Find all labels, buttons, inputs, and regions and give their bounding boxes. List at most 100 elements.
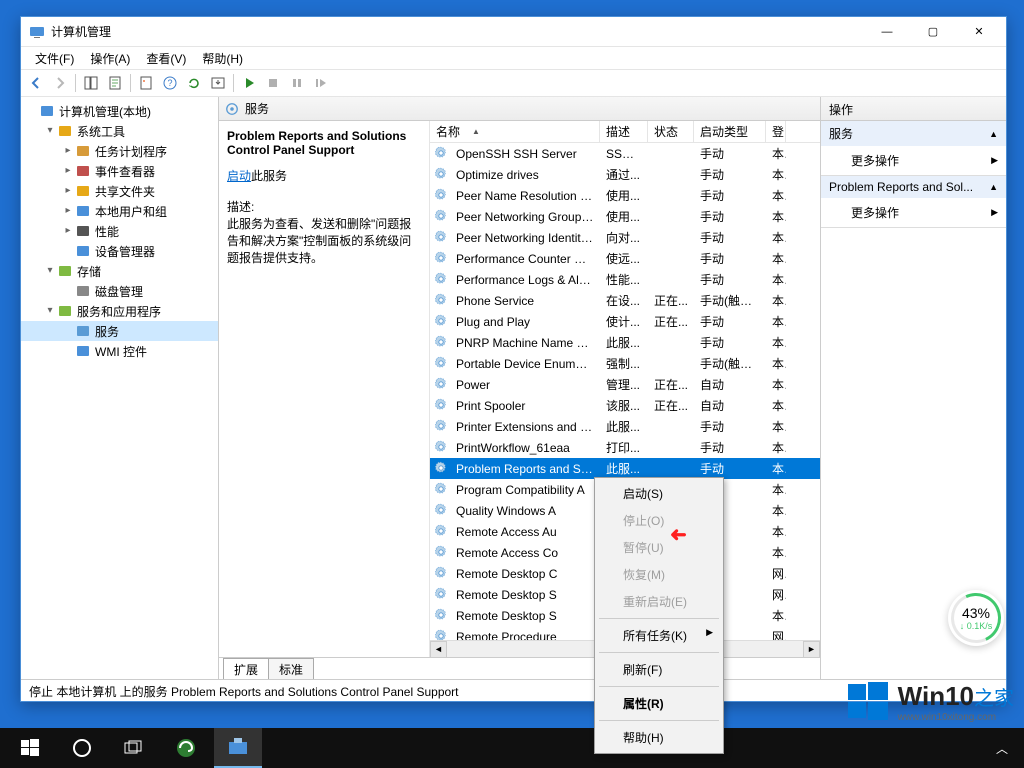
tree-item[interactable]: ▾服务和应用程序 [21,301,218,321]
actions-group-selected[interactable]: Problem Reports and Sol...▲ [821,176,1006,198]
menu-help[interactable]: 帮助(H) [194,48,251,69]
tree-item[interactable]: 设备管理器 [21,241,218,261]
service-row[interactable]: Optimize drives通过...手动本 [430,164,820,185]
svg-text:?: ? [167,78,172,88]
refresh-button[interactable] [183,72,205,94]
edge-button[interactable] [162,728,210,768]
perf-speed: ↓ 0.1K/s [960,621,993,631]
forward-button[interactable] [49,72,71,94]
tree-item[interactable]: 服务 [21,321,218,341]
ctx-start[interactable]: 启动(S) [597,480,721,507]
gear-icon [434,608,450,624]
list-header: 名称▲ 描述 状态 启动类型 登 [430,121,820,143]
export-list-button[interactable] [207,72,229,94]
annotation-arrow: ➜ [670,522,687,547]
sort-indicator-icon: ▲ [472,127,480,136]
column-desc[interactable]: 描述 [600,121,648,142]
tree-item[interactable]: ▾系统工具 [21,121,218,141]
tree-item[interactable]: WMI 控件 [21,341,218,361]
ctx-all-tasks[interactable]: 所有任务(K)▶ [597,622,721,649]
service-row[interactable]: Performance Logs & Aler...性能...手动本 [430,269,820,290]
watermark: Win10之家 www.win10xitong.com [846,680,1014,724]
service-row[interactable]: Peer Networking Identity...向对...手动本 [430,227,820,248]
service-row[interactable]: PNRP Machine Name Pu...此服...手动本 [430,332,820,353]
tree-item[interactable]: ▸任务计划程序 [21,141,218,161]
ctx-refresh[interactable]: 刷新(F) [597,656,721,683]
mmc-button[interactable] [214,728,262,768]
pause-service-button[interactable] [286,72,308,94]
description-label: 描述: [227,198,421,215]
tree-item[interactable]: ▸共享文件夹 [21,181,218,201]
menu-view[interactable]: 查看(V) [138,48,194,69]
gear-icon [434,482,450,498]
tree-item[interactable]: ▸性能 [21,221,218,241]
actions-header: 操作 [821,97,1006,121]
gear-icon [434,629,450,641]
cortana-button[interactable] [58,728,106,768]
service-row[interactable]: Plug and Play使计...正在...手动本 [430,311,820,332]
gear-icon [434,146,450,162]
gear-icon [434,251,450,267]
restart-service-button[interactable] [310,72,332,94]
start-service-link[interactable]: 启动 [227,169,251,183]
service-row[interactable]: OpenSSH SSH ServerSSH ...手动本 [430,143,820,164]
tray-chevron[interactable]: ︿ [996,740,1008,757]
actions-more-2[interactable]: 更多操作▶ [821,198,1006,227]
minimize-button[interactable]: — [864,17,910,47]
start-service-button[interactable] [238,72,260,94]
column-state[interactable]: 状态 [648,121,694,142]
service-row[interactable]: Performance Counter DL...使远...手动本 [430,248,820,269]
gear-icon [434,188,450,204]
gear-icon [434,419,450,435]
column-name[interactable]: 名称▲ [430,121,600,142]
gear-icon [434,503,450,519]
service-row[interactable]: Peer Networking Groupi...使用...手动本 [430,206,820,227]
navigation-tree[interactable]: 计算机管理(本地)▾系统工具▸任务计划程序▸事件查看器▸共享文件夹▸本地用户和组… [21,97,219,679]
gear-icon [434,461,450,477]
properties-button[interactable] [135,72,157,94]
tab-extended[interactable]: 扩展 [223,658,269,679]
actions-group-services[interactable]: 服务▲ [821,121,1006,146]
export-button[interactable] [104,72,126,94]
stop-service-button[interactable] [262,72,284,94]
scroll-left-button[interactable]: ◄ [430,641,447,658]
perf-widget[interactable]: 43% ↓ 0.1K/s [948,590,1004,646]
service-row[interactable]: Printer Extensions and N...此服...手动本 [430,416,820,437]
service-row[interactable]: Print Spooler该服...正在...自动本 [430,395,820,416]
service-row[interactable]: Portable Device Enumera...强制...手动(触发...本 [430,353,820,374]
close-button[interactable]: ✕ [956,17,1002,47]
tree-item[interactable]: 计算机管理(本地) [21,101,218,121]
ctx-properties[interactable]: 属性(R) [597,690,721,717]
service-row[interactable]: Peer Name Resolution Pr...使用...手动本 [430,185,820,206]
taskbar: ︿ [0,728,1024,768]
tab-standard[interactable]: 标准 [268,658,314,679]
perf-percent: 43% [962,605,990,621]
detail-pane: Problem Reports and Solutions Control Pa… [219,121,429,657]
toolbar: ? [21,69,1006,97]
maximize-button[interactable]: ▢ [910,17,956,47]
menu-file[interactable]: 文件(F) [27,48,82,69]
submenu-icon: ▶ [991,155,998,166]
service-row[interactable]: PrintWorkflow_61eaa打印...手动本 [430,437,820,458]
show-hide-tree-button[interactable] [80,72,102,94]
tree-item[interactable]: 磁盘管理 [21,281,218,301]
ctx-help[interactable]: 帮助(H) [597,724,721,751]
service-row[interactable]: Problem Reports and Sol...此服...手动本 [430,458,820,479]
help-button[interactable]: ? [159,72,181,94]
task-view-button[interactable] [110,728,158,768]
tree-item[interactable]: ▸本地用户和组 [21,201,218,221]
scroll-right-button[interactable]: ► [803,641,820,658]
start-button[interactable] [6,728,54,768]
tree-item[interactable]: ▸事件查看器 [21,161,218,181]
actions-more-1[interactable]: 更多操作▶ [821,146,1006,175]
tree-item[interactable]: ▾存储 [21,261,218,281]
titlebar: 计算机管理 — ▢ ✕ [21,17,1006,47]
service-row[interactable]: Power管理...正在...自动本 [430,374,820,395]
column-startup[interactable]: 启动类型 [694,121,766,142]
back-button[interactable] [25,72,47,94]
computer-management-window: 计算机管理 — ▢ ✕ 文件(F) 操作(A) 查看(V) 帮助(H) ? 计算… [20,16,1007,702]
menu-action[interactable]: 操作(A) [82,48,138,69]
service-row[interactable]: Phone Service在设...正在...手动(触发...本 [430,290,820,311]
gear-icon [434,440,450,456]
column-logon[interactable]: 登 [766,121,786,142]
